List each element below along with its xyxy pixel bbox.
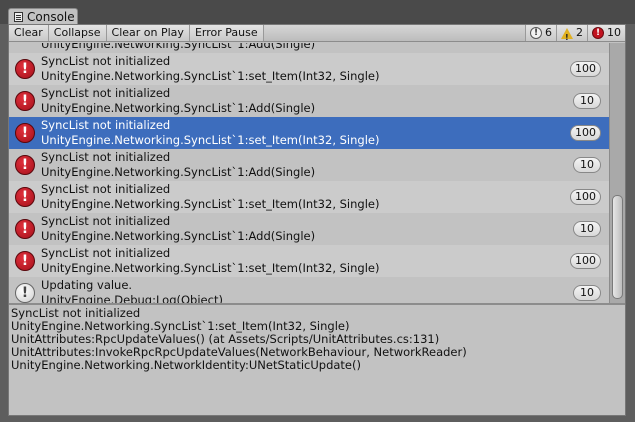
warning-count: 2 — [576, 26, 583, 39]
error-icon: ! — [15, 187, 35, 207]
error-icon: ! — [15, 123, 35, 143]
info-icon: ! — [15, 283, 35, 303]
log-list[interactable]: UnityEngine.Networking.SyncList`1:Add(Si… — [9, 43, 609, 303]
log-entry[interactable]: ! Updating value. UnityEngine.Debug:Log(… — [9, 277, 609, 303]
log-entry-message: Updating value. — [41, 278, 133, 292]
log-entry-stack: UnityEngine.Networking.SyncList`1:set_It… — [41, 197, 380, 211]
log-entry-message: SyncList not initialized — [41, 86, 171, 100]
toolbar-spacer — [264, 25, 525, 41]
log-entry-stack: UnityEngine.Networking.SyncList`1:set_It… — [41, 69, 380, 83]
log-entry[interactable]: ! SyncList not initialized UnityEngine.N… — [9, 149, 609, 181]
log-entry[interactable]: ! SyncList not initialized UnityEngine.N… — [9, 245, 609, 277]
log-entry[interactable]: ! SyncList not initialized UnityEngine.N… — [9, 213, 609, 245]
info-icon: ! — [530, 27, 542, 39]
log-entry-partial[interactable]: UnityEngine.Networking.SyncList`1:Add(Si… — [9, 43, 609, 53]
log-entry[interactable]: ! SyncList not initialized UnityEngine.N… — [9, 53, 609, 85]
tab-console[interactable]: Console — [8, 8, 78, 25]
info-filter-toggle[interactable]: ! 6 — [525, 25, 556, 41]
error-count: 10 — [607, 26, 621, 39]
log-entry-stack: UnityEngine.Networking.SyncList`1:Add(Si… — [41, 101, 316, 115]
log-entry-partial-text: UnityEngine.Networking.SyncList`1:Add(Si… — [41, 43, 316, 51]
error-icon: ! — [15, 59, 35, 79]
log-entry-stack: UnityEngine.Networking.SyncList`1:Add(Si… — [41, 229, 316, 243]
log-entry-message: SyncList not initialized — [41, 54, 171, 68]
log-entry-stack: UnityEngine.Debug:Log(Object) — [41, 293, 223, 303]
editor-titlebar — [0, 0, 635, 24]
console-toolbar: Clear Collapse Clear on Play Error Pause… — [9, 25, 625, 46]
error-icon: ! — [15, 251, 35, 271]
error-icon: ! — [15, 91, 35, 111]
log-entry-count: 10 — [573, 157, 601, 173]
log-entry-message: SyncList not initialized — [41, 246, 171, 260]
log-entry-selected[interactable]: ! SyncList not initialized UnityEngine.N… — [9, 117, 609, 149]
log-entry-message: SyncList not initialized — [41, 182, 171, 196]
log-entry-stack: UnityEngine.Networking.SyncList`1:Add(Si… — [41, 165, 316, 179]
error-icon: ! — [592, 27, 604, 39]
scrollbar-thumb[interactable] — [612, 195, 623, 299]
log-entry-count: 100 — [570, 61, 601, 77]
log-list-scrollbar[interactable] — [609, 43, 625, 303]
log-entry-count: 10 — [573, 285, 601, 301]
warning-filter-toggle[interactable]: 2 — [556, 25, 587, 46]
stack-trace-line: UnityEngine.Networking.NetworkIdentity:U… — [11, 358, 361, 372]
log-entry-count: 100 — [570, 253, 601, 269]
log-entry-stack: UnityEngine.Networking.SyncList`1:set_It… — [41, 261, 380, 275]
log-entry-count: 100 — [570, 125, 601, 141]
error-icon: ! — [15, 219, 35, 239]
log-entry-count: 10 — [573, 221, 601, 237]
error-icon: ! — [15, 155, 35, 175]
log-entry-message: SyncList not initialized — [41, 150, 171, 164]
log-entry-count: 100 — [570, 189, 601, 205]
log-entry-message: SyncList not initialized — [41, 118, 171, 132]
stack-trace-panel[interactable]: SyncList not initialized UnityEngine.Net… — [9, 305, 625, 415]
collapse-toggle[interactable]: Collapse — [48, 25, 107, 41]
log-entry[interactable]: ! SyncList not initialized UnityEngine.N… — [9, 181, 609, 213]
clear-on-play-toggle[interactable]: Clear on Play — [106, 25, 190, 41]
tab-console-label: Console — [27, 10, 75, 24]
info-count: 6 — [545, 26, 552, 39]
error-pause-toggle[interactable]: Error Pause — [189, 25, 264, 41]
clear-button[interactable]: Clear — [9, 25, 49, 41]
log-entry[interactable]: ! SyncList not initialized UnityEngine.N… — [9, 85, 609, 117]
error-filter-toggle[interactable]: ! 10 — [587, 25, 625, 41]
warning-icon — [561, 27, 573, 46]
log-entry-message: SyncList not initialized — [41, 214, 171, 228]
log-entry-stack: UnityEngine.Networking.SyncList`1:set_It… — [41, 133, 380, 147]
log-entry-count: 10 — [573, 93, 601, 109]
console-window: Clear Collapse Clear on Play Error Pause… — [8, 24, 626, 416]
console-icon — [14, 12, 23, 22]
